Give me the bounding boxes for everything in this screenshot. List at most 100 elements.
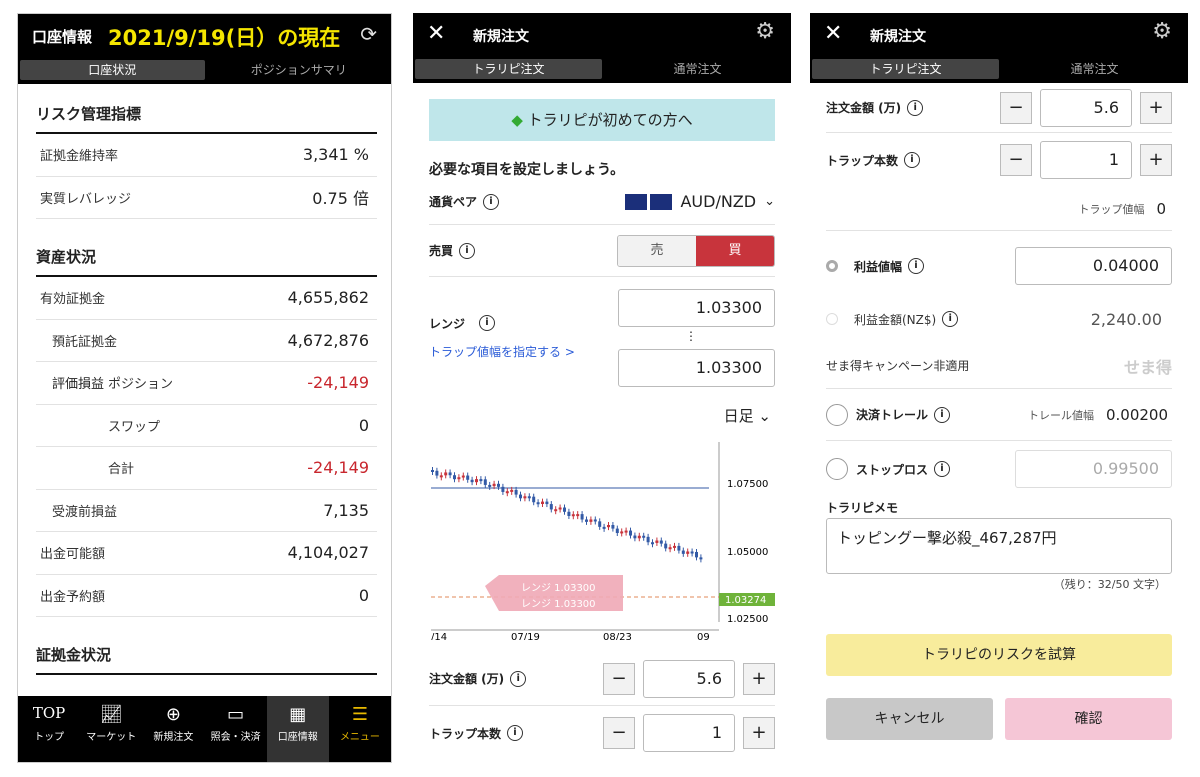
info-icon[interactable]: i <box>479 315 495 331</box>
nav-top[interactable]: TOP トップ <box>18 696 80 762</box>
amount-input[interactable]: 5.6 <box>1040 88 1132 127</box>
profit-amount-radio[interactable] <box>826 313 838 325</box>
info-icon[interactable]: i <box>904 152 921 168</box>
tab-normal[interactable]: 通常注文 <box>604 59 791 79</box>
tab-normal[interactable]: 通常注文 <box>1001 59 1188 79</box>
date-tick: 07/19 <box>511 632 540 640</box>
list-item: 出金予約額 0 <box>36 575 377 617</box>
refresh-icon[interactable]: ⟳ <box>360 22 377 46</box>
range-high-input[interactable]: 1.03300 <box>618 289 775 327</box>
plus-button[interactable]: + <box>743 717 775 749</box>
profit-amount-row: 利益金額(NZ$) i 2,240.00 <box>826 295 1172 343</box>
profit-width-input[interactable]: 0.04000 <box>1015 247 1172 285</box>
section-assets: 資産状況 <box>36 237 377 277</box>
risk-simulate-button[interactable]: トラリピのリスクを試算 <box>826 634 1172 676</box>
section-risk: リスク管理指標 <box>36 94 377 134</box>
cancel-button[interactable]: キャンセル <box>826 698 993 740</box>
date-tick: 08/23 <box>603 632 632 640</box>
stoploss-row: ストップロス i 0.99500 <box>826 441 1172 497</box>
profit-width-row: 利益値幅 i 0.04000 <box>826 237 1172 295</box>
page-title: 新規注文 <box>473 29 529 45</box>
info-icon[interactable]: i <box>907 99 924 116</box>
campaign-row: せま得キャンペーン非適用 せま得 <box>826 343 1172 389</box>
info-icon[interactable]: i <box>908 258 925 274</box>
list-item: スワップ 0 <box>36 405 377 447</box>
plus-button[interactable]: + <box>1140 91 1172 124</box>
gear-icon[interactable]: ⚙ <box>755 19 775 44</box>
beginner-banner[interactable]: ◆ トラリピが初めての方へ <box>429 99 775 141</box>
memo-input[interactable]: トッピングー撃必殺_467,287円 <box>826 518 1172 574</box>
range-tag-2: レンジ 1.03300 <box>521 599 596 610</box>
gear-icon[interactable]: ⚙ <box>1152 19 1172 44</box>
date-tick: 09 <box>697 632 710 640</box>
trap-input[interactable]: 1 <box>1040 141 1132 179</box>
beginner-mark-icon: ◆ <box>511 111 523 129</box>
range-tag-1: レンジ 1.03300 <box>521 583 596 594</box>
tab-position-summary[interactable]: ポジションサマリ <box>207 60 392 80</box>
flag-nz-icon <box>650 193 673 210</box>
trap-input[interactable]: 1 <box>643 714 735 752</box>
tab-trarepi[interactable]: トラリピ注文 <box>812 59 999 79</box>
profit-width-radio[interactable] <box>826 260 838 272</box>
plus-icon: ⊕ <box>165 704 181 725</box>
trap-width-link[interactable]: トラップ値幅を指定する > <box>429 343 575 360</box>
date-tick: /14 <box>431 632 447 640</box>
side-row: 売買 i 売 買 <box>429 225 775 277</box>
info-icon[interactable]: i <box>934 461 951 477</box>
close-icon[interactable]: ✕ <box>427 21 445 46</box>
info-icon[interactable]: i <box>942 311 959 327</box>
nav-account[interactable]: ▦ 口座情報 <box>266 696 329 762</box>
price-tick: 1.07500 <box>727 479 768 490</box>
card-icon: ▭ <box>227 704 245 725</box>
minus-button[interactable]: − <box>1000 144 1032 176</box>
stoploss-input[interactable]: 0.99500 <box>1015 450 1172 488</box>
stoploss-checkbox[interactable] <box>826 458 848 480</box>
sell-button[interactable]: 売 <box>618 235 696 266</box>
pair-row[interactable]: 通貨ペア i AUD/NZD ⌄ <box>429 179 775 225</box>
top-icon: TOP <box>32 704 66 722</box>
header: ✕ 新規注文 ⚙ トラリピ注文 通常注文 <box>810 13 1188 83</box>
nav-inquiry[interactable]: ▭ 照会・決済 <box>205 696 267 762</box>
info-icon[interactable]: i <box>459 242 476 259</box>
nav-menu[interactable]: ☰ メニュー <box>329 696 391 762</box>
minus-button[interactable]: − <box>1000 91 1032 124</box>
campaign-badge: せま得 <box>1123 357 1172 377</box>
buy-button[interactable]: 買 <box>696 235 774 266</box>
timeframe-select[interactable]: 日足 ⌄ <box>433 405 771 426</box>
header: 口座情報 2021/9/19(日）の現在 ⟳ 口座状況 ポジションサマリ <box>18 14 391 84</box>
plus-button[interactable]: + <box>1140 144 1172 176</box>
info-icon[interactable]: i <box>510 670 527 687</box>
page-title: 新規注文 <box>870 29 926 45</box>
trail-checkbox[interactable] <box>826 403 848 426</box>
nav-market[interactable]: 📈︎ マーケット <box>80 696 142 762</box>
grid-icon: ▦ <box>289 704 307 725</box>
chart-icon: 📈︎ <box>99 704 123 725</box>
price-chart[interactable]: レンジ 1.03300 レンジ 1.03300 1.07500 1.05000 … <box>413 430 791 640</box>
info-icon[interactable]: i <box>507 725 524 741</box>
tab-account-status[interactable]: 口座状況 <box>20 60 205 80</box>
minus-button[interactable]: − <box>603 717 635 749</box>
new-order-panel: ✕ 新規注文 ⚙ トラリピ注文 通常注文 ◆ トラリピが初めての方へ 必要な項目… <box>413 13 791 763</box>
amount-row: 注文金額 (万) i − 5.6 + <box>429 652 775 706</box>
confirm-button[interactable]: 確認 <box>1005 698 1172 740</box>
list-item: 出金可能額 4,104,027 <box>36 532 377 575</box>
chevron-down-icon: ⌄ <box>758 407 771 425</box>
tab-trarepi[interactable]: トラリピ注文 <box>415 59 602 79</box>
close-icon[interactable]: ✕ <box>824 21 842 46</box>
info-icon[interactable]: i <box>934 406 951 423</box>
list-item: 証拠金維持率 3,341 % <box>36 134 377 177</box>
amount-input[interactable]: 5.6 <box>643 659 735 698</box>
more-icon: ⋮ <box>685 329 697 343</box>
new-order-panel-2: ✕ 新規注文 ⚙ トラリピ注文 通常注文 注文金額 (万) i − 5.6 + ト… <box>810 13 1188 763</box>
minus-button[interactable]: − <box>603 662 635 695</box>
list-item: 有効証拠金 4,655,862 <box>36 277 377 320</box>
list-item: 受渡前損益 7,135 <box>36 490 377 532</box>
plus-button[interactable]: + <box>743 662 775 695</box>
range-low-input[interactable]: 1.03300 <box>618 349 775 387</box>
trap-row: トラップ本数 i − 1 + <box>429 706 775 760</box>
nav-new-order[interactable]: ⊕ 新規注文 <box>142 696 204 762</box>
account-panel: 口座情報 2021/9/19(日）の現在 ⟳ 口座状況 ポジションサマリ リスク… <box>17 13 392 763</box>
info-icon[interactable]: i <box>483 193 500 210</box>
list-item: 評価損益 ポジション -24,149 <box>36 362 377 405</box>
list-item: 実質レバレッジ 0.75 倍 <box>36 177 377 219</box>
